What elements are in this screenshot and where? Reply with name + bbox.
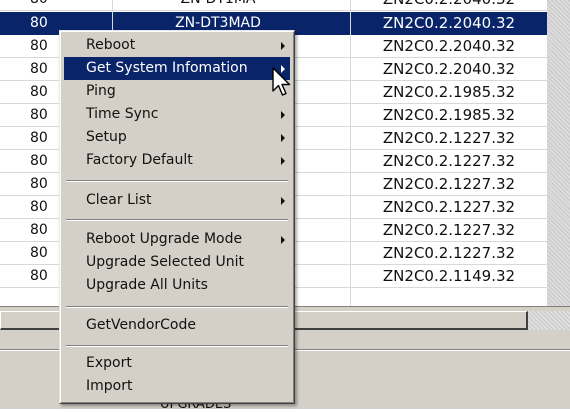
menu-item-ping[interactable]: Ping	[64, 80, 290, 103]
cell-firmware-version: ZN2C0.2.1227.32	[382, 152, 516, 170]
cell-id: 80	[30, 15, 48, 31]
cell-firmware-version: ZN2C0.2.1227.32	[382, 129, 516, 147]
menu-item-get-system-information[interactable]: Get System Infomation	[64, 57, 290, 80]
cell-id: 80	[30, 268, 48, 284]
menu-item-export[interactable]: Export	[64, 352, 290, 375]
menu-item-time-sync[interactable]: Time Sync	[64, 103, 290, 126]
submenu-arrow-icon	[281, 157, 285, 165]
cell-firmware-version: ZN2C0.2.1985.32	[382, 106, 516, 124]
menu-separator	[66, 306, 288, 308]
vertical-scroll-track[interactable]	[547, 0, 570, 306]
cell-firmware-version: ZN2C0.2.1985.32	[382, 83, 516, 101]
cell-firmware-version: ZN2C0.2.1227.32	[382, 221, 516, 239]
menu-separator	[66, 180, 288, 182]
cell-id: 80	[30, 153, 48, 169]
cell-firmware-version: ZN2C0.2.2040.32	[382, 37, 516, 55]
cell-firmware-version: ZN2C0.2.1227.32	[382, 175, 516, 193]
cell-id: 80	[30, 0, 56, 10]
menu-item-label: Time Sync	[86, 106, 159, 122]
menu-item-label: Upgrade All Units	[86, 277, 208, 293]
cell-id: 80	[30, 61, 48, 77]
cell-id: 80	[30, 84, 48, 100]
menu-item-clear-list[interactable]: Clear List	[64, 189, 290, 212]
menu-item-reboot-upgrade-mode[interactable]: Reboot Upgrade Mode	[64, 228, 290, 251]
cell-id: 80	[30, 222, 48, 238]
cell-firmware-version: ZN2C0.2.2040.32	[352, 0, 546, 10]
menu-separator	[66, 345, 288, 347]
cell-firmware-version: ZN2C0.2.1227.32	[382, 244, 516, 262]
cell-id: 80	[30, 245, 48, 261]
context-menu: Reboot Get System Infomation Ping Time S…	[59, 30, 295, 404]
cell-id: 80	[30, 176, 48, 192]
menu-item-label: Factory Default	[86, 152, 193, 168]
submenu-arrow-icon	[281, 111, 285, 119]
menu-item-label: Ping	[86, 83, 116, 99]
cell-id: 80	[30, 107, 48, 123]
cell-firmware-version: ZN2C0.2.2040.32	[382, 14, 516, 32]
menu-item-label: Setup	[86, 129, 127, 145]
menu-item-import[interactable]: Import	[64, 375, 290, 398]
menu-item-label: Upgrade Selected Unit	[86, 254, 244, 270]
cell-firmware-version: ZN2C0.2.1149.32	[382, 267, 516, 285]
menu-item-label: Export	[86, 355, 132, 371]
mouse-pointer-icon	[272, 67, 291, 96]
cell-id: 80	[30, 199, 48, 215]
column-divider	[350, 0, 351, 306]
menu-item-factory-default[interactable]: Factory Default	[64, 149, 290, 172]
menu-item-setup[interactable]: Setup	[64, 126, 290, 149]
menu-separator	[66, 219, 288, 221]
menu-item-label: Reboot Upgrade Mode	[86, 231, 243, 247]
menu-item-label: Get System Infomation	[86, 60, 248, 76]
submenu-arrow-icon	[281, 236, 285, 244]
menu-item-upgrade-selected-unit[interactable]: Upgrade Selected Unit	[64, 251, 290, 274]
cell-id: 80	[30, 130, 48, 146]
table-row-partial[interactable]: 80 ZN-DT1MA ZN2C0.2.2040.32	[0, 0, 547, 11]
cell-id: 80	[30, 38, 48, 54]
submenu-arrow-icon	[281, 134, 285, 142]
cell-firmware-version: ZN2C0.2.2040.32	[382, 60, 516, 78]
menu-item-get-vendor-code[interactable]: GetVendorCode	[64, 314, 290, 337]
menu-item-reboot[interactable]: Reboot	[64, 34, 290, 57]
menu-item-label: GetVendorCode	[86, 317, 196, 333]
menu-item-upgrade-all-units[interactable]: Upgrade All Units	[64, 274, 290, 297]
submenu-arrow-icon	[281, 42, 285, 50]
cell-model: ZN-DT1MA	[148, 0, 288, 10]
menu-item-label: Reboot	[86, 37, 136, 53]
menu-item-label: Clear List	[86, 192, 152, 208]
cell-firmware-version: ZN2C0.2.1227.32	[382, 198, 516, 216]
submenu-arrow-icon	[281, 197, 285, 205]
menu-item-label: Import	[86, 378, 133, 394]
horizontal-scroll-track[interactable]	[528, 311, 570, 330]
